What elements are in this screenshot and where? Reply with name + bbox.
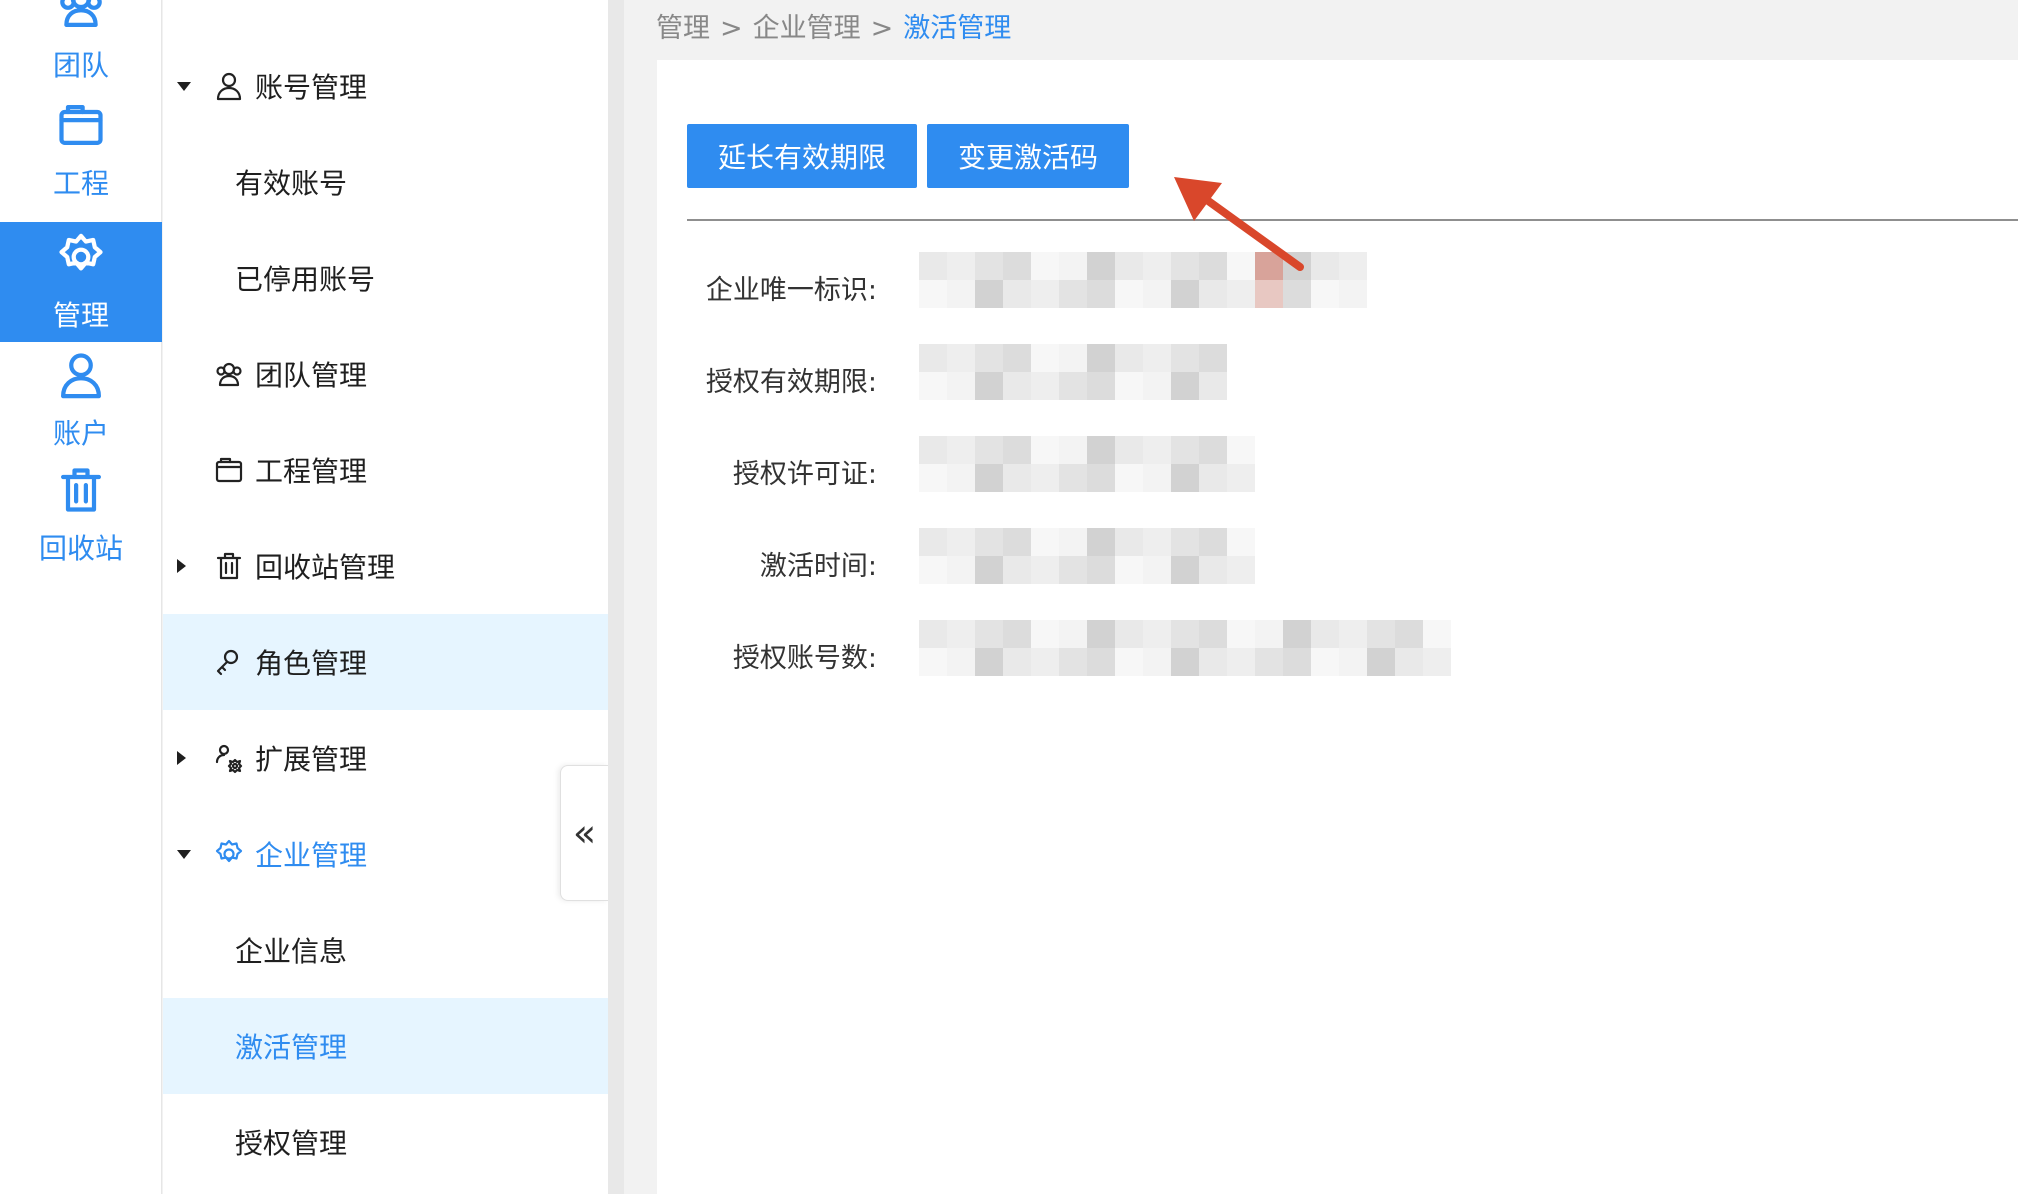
field-label: 授权账号数:	[732, 643, 877, 674]
trash-icon	[213, 550, 245, 582]
change-activation-code-button[interactable]: 变更激活码	[927, 124, 1129, 188]
redacted-value	[919, 528, 1255, 584]
menu-item-10[interactable]: 激活管理	[163, 998, 608, 1094]
menu-item-8[interactable]: 企业管理	[163, 806, 608, 902]
team-icon	[213, 358, 245, 390]
folder-icon	[213, 454, 245, 486]
field-label: 授权有效期限:	[705, 367, 877, 398]
breadcrumb-separator: >	[870, 13, 894, 44]
folder-icon	[55, 99, 107, 162]
rail-item-4[interactable]: 回收站	[0, 455, 162, 575]
menu-item-label: 扩展管理	[255, 743, 368, 776]
main-card: 延长有效期限 变更激活码 企业唯一标识: 授权有效期限: 授权许可证: 激活时间: 授权…	[657, 60, 2018, 1194]
menu-item-label: 激活管理	[235, 1031, 348, 1064]
collapse-sidebar-button[interactable]: «	[560, 765, 608, 901]
field-label: 激活时间:	[759, 551, 877, 582]
annotation-arrow	[1174, 177, 1304, 271]
field-label: 授权许可证:	[732, 459, 877, 490]
menu-item-2[interactable]: 已停用账号	[163, 230, 608, 326]
menu-item-0[interactable]: 账号管理	[163, 38, 608, 134]
redacted-value	[919, 344, 1227, 400]
breadcrumb-item[interactable]: 企业管理	[753, 13, 861, 44]
menu-item-7[interactable]: 扩展管理	[163, 710, 608, 806]
team-icon	[55, 0, 107, 44]
breadcrumb: 管理 > 企业管理 > 激活管理	[656, 6, 1011, 45]
menu-item-11[interactable]: 授权管理	[163, 1094, 608, 1190]
menu-item-label: 账号管理	[255, 71, 368, 104]
field-label: 企业唯一标识:	[705, 275, 877, 306]
user-icon	[213, 70, 245, 102]
menu-item-label: 授权管理	[235, 1127, 348, 1160]
menu-item-label: 企业管理	[255, 839, 368, 872]
menu-item-9[interactable]: 企业信息	[163, 902, 608, 998]
rail-item-3[interactable]: 账户	[0, 340, 162, 460]
rail-item-label: 账户	[52, 416, 109, 450]
caret-down-icon[interactable]	[177, 849, 191, 859]
rail-item-label: 工程	[52, 166, 109, 200]
rail-item-2[interactable]: 管理	[0, 222, 162, 342]
menu-item-label: 回收站管理	[255, 551, 396, 584]
menu-item-label: 角色管理	[255, 647, 368, 680]
rail-item-label: 管理	[52, 298, 109, 332]
gear-icon	[55, 231, 107, 294]
menu-item-label: 有效账号	[235, 167, 348, 200]
caret-right-icon[interactable]	[177, 751, 186, 765]
extend-validity-button[interactable]: 延长有效期限	[687, 124, 917, 188]
menu-item-label: 工程管理	[255, 455, 368, 488]
rail-item-label: 团队	[52, 48, 109, 82]
sidebar-menu: 账号管理有效账号已停用账号团队管理工程管理回收站管理角色管理扩展管理企业管理企业…	[163, 0, 608, 1194]
menu-item-3[interactable]: 团队管理	[163, 326, 608, 422]
menu-item-4[interactable]: 工程管理	[163, 422, 608, 518]
menu-item-1[interactable]: 有效账号	[163, 134, 608, 230]
section-divider	[687, 219, 2018, 221]
menu-item-label: 已停用账号	[235, 263, 376, 296]
breadcrumb-item[interactable]: 管理	[656, 13, 710, 44]
menu-item-6[interactable]: 角色管理	[163, 614, 608, 710]
puzzle-icon	[213, 742, 245, 774]
caret-down-icon[interactable]	[177, 81, 191, 91]
app-rail: 团队工程管理账户回收站	[0, 0, 162, 1194]
menu-item-label: 企业信息	[235, 935, 348, 968]
panel-divider	[608, 0, 624, 1194]
trash-icon	[55, 464, 107, 527]
breadcrumb-current: 激活管理	[903, 13, 1012, 44]
caret-right-icon[interactable]	[177, 559, 186, 573]
user-icon	[55, 349, 107, 412]
menu-item-5[interactable]: 回收站管理	[163, 518, 608, 614]
redacted-value	[919, 620, 1451, 676]
redacted-value	[919, 436, 1255, 492]
breadcrumb-separator: >	[720, 13, 743, 44]
gear-icon	[213, 838, 245, 870]
rail-item-1[interactable]: 工程	[0, 90, 162, 210]
rail-item-0[interactable]: 团队	[0, 0, 162, 92]
rail-item-label: 回收站	[38, 531, 123, 565]
menu-item-label: 团队管理	[255, 359, 368, 392]
key-user-icon	[213, 646, 245, 678]
